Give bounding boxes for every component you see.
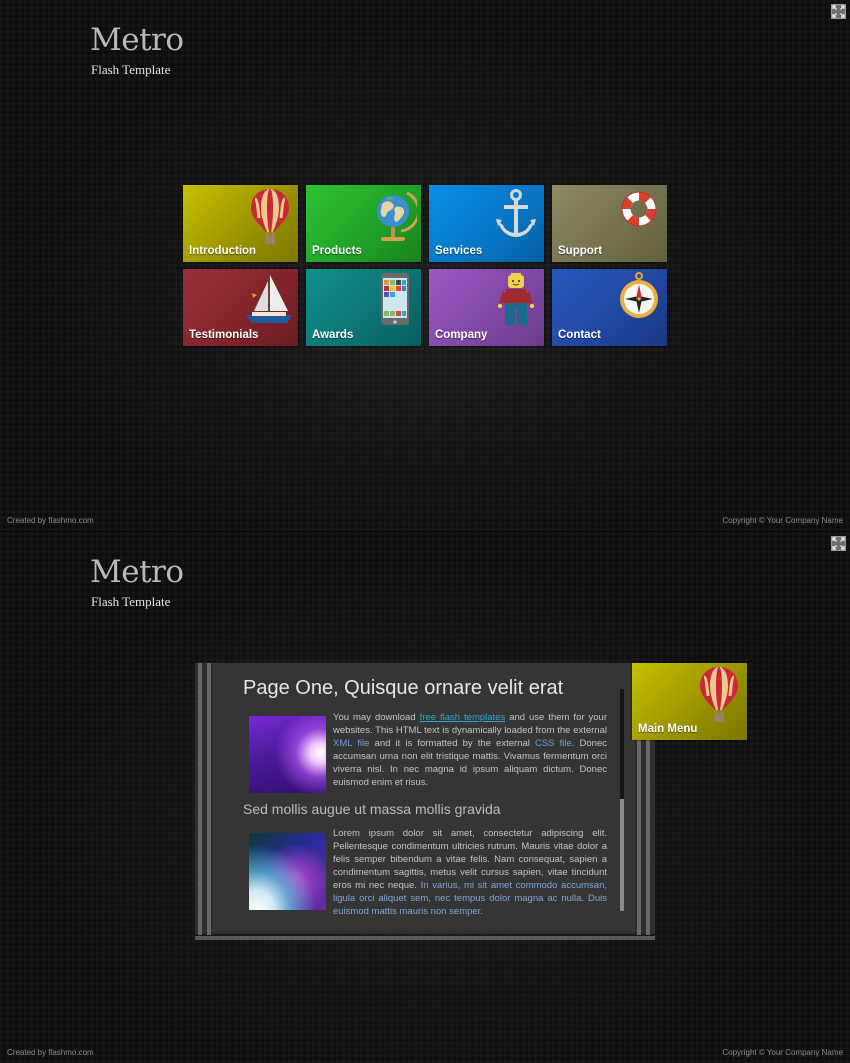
tile-label: Testimonials — [189, 329, 259, 341]
hot-air-balloon-icon — [251, 189, 289, 244]
footer-credit: Created by flashmo.com — [7, 1048, 94, 1057]
xml-file-link[interactable]: XML file — [333, 738, 369, 749]
main-menu-label: Main Menu — [638, 723, 698, 735]
fullscreen-button[interactable] — [831, 4, 846, 19]
panel-rail — [198, 663, 202, 935]
tile-support[interactable]: Support — [552, 185, 667, 262]
free-flash-templates-link[interactable]: free flash templates — [420, 712, 506, 723]
hot-air-balloon-icon — [700, 667, 738, 722]
lego-figure-icon — [497, 273, 535, 325]
logo-subtitle: Flash Template — [91, 594, 171, 609]
tile-label: Products — [312, 245, 362, 257]
tile-awards[interactable]: Awards — [306, 269, 421, 346]
tile-products[interactable]: Products — [306, 185, 421, 262]
compass-icon — [620, 272, 658, 318]
paragraph-intro: You may download free flash templates an… — [333, 711, 607, 789]
tile-services[interactable]: Services — [429, 185, 544, 262]
tile-introduction[interactable]: Introduction — [183, 185, 298, 262]
page-view-screen: Metro Flash Template Page One, Quisque o… — [0, 532, 850, 1063]
logo-title: Metro — [90, 554, 184, 590]
text: You may download — [333, 712, 420, 723]
sailboat-icon — [246, 274, 292, 323]
main-menu-screen: Metro Flash Template Introduction Produc… — [0, 0, 850, 531]
main-menu-button[interactable]: Main Menu — [632, 663, 747, 740]
globe-icon — [377, 191, 417, 241]
fullscreen-expand-icon — [832, 537, 845, 550]
scrollbar-thumb[interactable] — [620, 799, 624, 911]
tile-label: Support — [558, 245, 603, 257]
page-title: Page One, Quisque ornare velit erat — [243, 677, 564, 699]
footer-copyright: Copyright © Your Company Name — [722, 1048, 843, 1057]
tile-label: Introduction — [189, 245, 257, 257]
tile-label: Company — [435, 329, 488, 341]
tile-testimonials[interactable]: Testimonials — [183, 269, 298, 346]
text: and it is formatted by the external — [369, 738, 535, 749]
section-heading: Sed mollis augue ut massa mollis gravida — [243, 801, 501, 817]
footer-copyright: Copyright © Your Company Name — [722, 516, 843, 525]
thumbnail-purple-light — [249, 716, 326, 793]
tile-company[interactable]: Company — [429, 269, 544, 346]
css-file-link[interactable]: CSS file — [535, 738, 572, 749]
fullscreen-expand-icon — [832, 5, 845, 18]
content-panel: Page One, Quisque ornare velit erat You … — [213, 663, 635, 931]
tile-label: Contact — [558, 329, 601, 341]
anchor-icon — [496, 189, 536, 237]
panel-rail — [207, 663, 211, 935]
tile-label: Awards — [312, 329, 354, 341]
scrollbar-track[interactable] — [620, 689, 624, 911]
logo-subtitle: Flash Template — [91, 62, 171, 77]
thumbnail-aurora — [249, 833, 326, 910]
fullscreen-button[interactable] — [831, 536, 846, 551]
footer-credit: Created by flashmo.com — [7, 516, 94, 525]
life-buoy-icon — [621, 191, 657, 227]
logo-title: Metro — [90, 22, 184, 58]
smartphone-icon — [381, 273, 409, 325]
paragraph-lorem: Lorem ipsum dolor sit amet, consectetur … — [333, 827, 607, 918]
panel-base — [195, 936, 655, 940]
tile-label: Services — [435, 245, 483, 257]
tile-contact[interactable]: Contact — [552, 269, 667, 346]
